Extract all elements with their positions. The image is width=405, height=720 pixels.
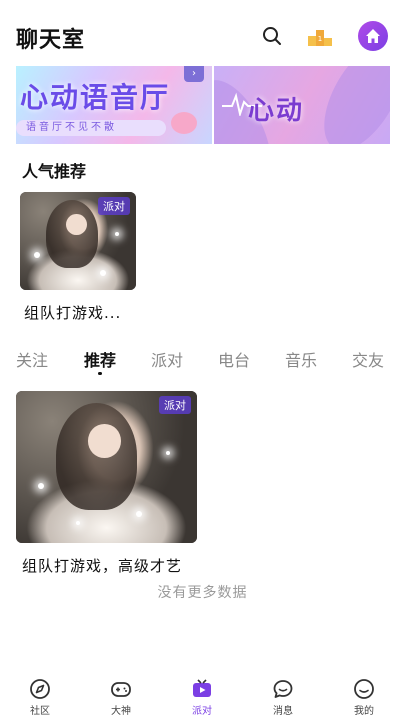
bottom-tab-bar: 社区 大神 派对 消息 我的 [0,672,405,720]
tab-dating[interactable]: 交友 [352,347,384,371]
tabbar-label: 社区 [30,706,50,717]
sparkle [136,511,142,517]
tabbar-label: 派对 [192,706,212,717]
room-tag: 派对 [159,396,191,414]
tabbar-item-party[interactable]: 派对 [172,678,232,717]
chat-bubble-icon [273,680,293,698]
banner-voice-hall[interactable]: 心动语音厅 语音厅不见不散 › [16,66,212,144]
tab-music[interactable]: 音乐 [285,347,317,371]
chevron-badge-icon: › [184,66,204,82]
home-icon[interactable] [358,21,388,51]
no-more-data-text: 没有更多数据 [157,585,248,601]
room-card-title[interactable]: 组队打游戏... [24,302,121,323]
heart-decoration [171,112,197,134]
page-title: 聊天室 [16,28,86,53]
section-title-popular: 人气推荐 [22,162,87,181]
smile-face-icon [354,679,374,699]
banner-carousel[interactable]: 心动语音厅 语音厅不见不散 › 心动 [16,66,390,144]
svg-text:1: 1 [318,35,322,43]
room-card[interactable]: 派对 [20,192,136,290]
category-tabs: 关注 推荐 派对 电台 音乐 交友 [0,347,405,379]
tv-play-icon [193,679,211,697]
search-icon[interactable] [258,22,286,50]
tabbar-item-messages[interactable]: 消息 [253,678,313,717]
sparkle [34,252,40,258]
tabbar-item-master[interactable]: 大神 [91,678,151,717]
tabbar-item-community[interactable]: 社区 [10,678,70,717]
tabbar-label: 我的 [354,706,374,717]
tab-party[interactable]: 派对 [151,347,183,371]
top-header: 聊天室 1 [0,0,405,68]
tabbar-label: 大神 [111,706,131,717]
sparkle [166,451,170,455]
banner-title: 心动 [248,96,305,126]
room-tag: 派对 [98,197,130,215]
sparkle [100,270,106,276]
sparkle [76,521,80,525]
room-card[interactable]: 派对 [16,391,197,543]
tab-follow[interactable]: 关注 [16,347,48,371]
tabbar-item-mine[interactable]: 我的 [334,678,394,717]
sparkle [38,483,44,489]
ranking-podium-icon[interactable]: 1 [306,22,334,50]
banner-title: 心动语音厅 [20,81,171,114]
tab-recommend[interactable]: 推荐 [84,347,116,371]
banner-subtitle: 语音厅不见不散 [16,120,166,136]
cover-figure-face [88,424,121,458]
leaf-decoration [308,66,390,144]
gamepad-icon [111,682,131,697]
sparkle [115,232,119,236]
compass-icon [30,679,50,699]
room-card-title[interactable]: 组队打游戏，高级才艺 [22,555,182,576]
active-tab-indicator [98,372,102,375]
tabbar-label: 消息 [273,706,293,717]
banner-heartbeat[interactable]: 心动 [214,66,390,144]
tab-radio[interactable]: 电台 [218,347,250,371]
